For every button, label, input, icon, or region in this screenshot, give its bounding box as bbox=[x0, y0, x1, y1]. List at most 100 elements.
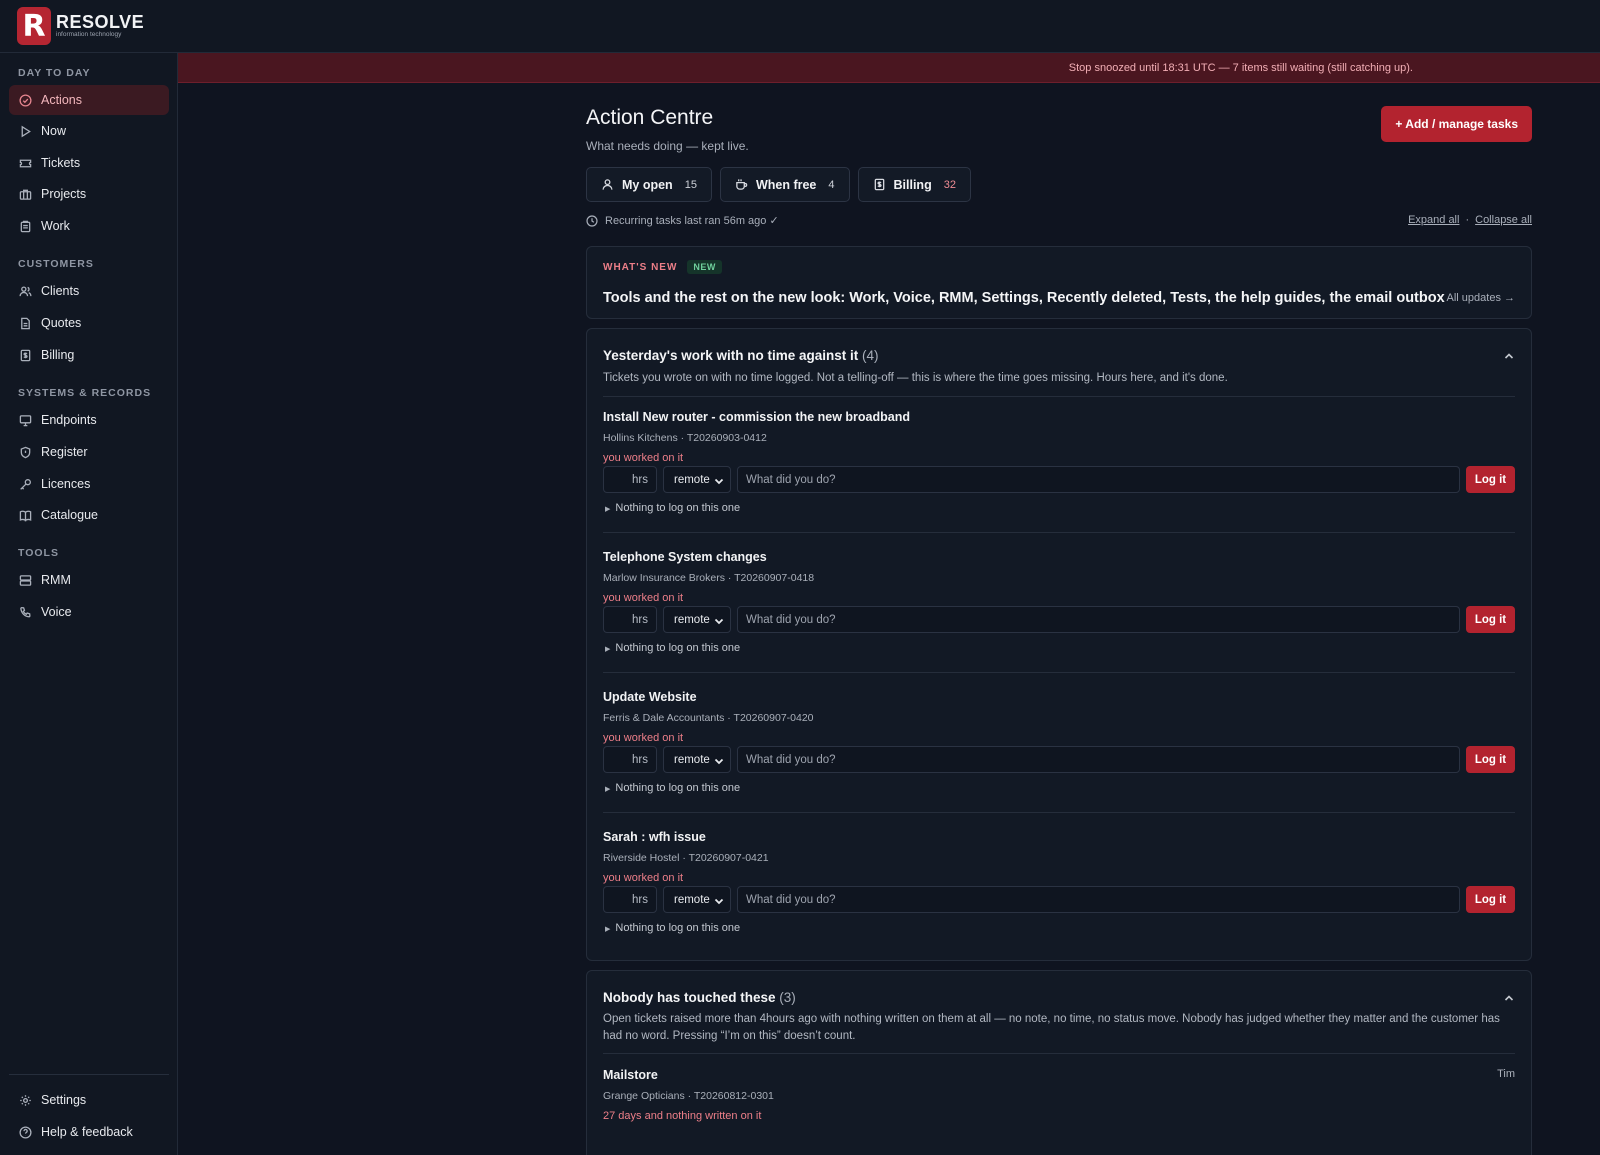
sidebar-item-clients[interactable]: Clients bbox=[9, 276, 169, 306]
sidebar-item-now[interactable]: Now bbox=[9, 116, 169, 146]
sidebar-item-actions[interactable]: Actions bbox=[9, 85, 169, 115]
work-description-input[interactable] bbox=[737, 746, 1460, 773]
filter-billing[interactable]: Billing 32 bbox=[857, 167, 971, 202]
sidebar-item-label: Endpoints bbox=[41, 413, 97, 427]
sidebar-item-licences[interactable]: Licences bbox=[9, 469, 169, 499]
nothing-to-log-toggle[interactable]: ▶ Nothing to log on this one bbox=[605, 642, 740, 654]
ticket-title[interactable]: Mailstore bbox=[603, 1068, 658, 1082]
logo-icon[interactable]: R bbox=[17, 7, 51, 45]
nothing-to-log-toggle[interactable]: ▶ Nothing to log on this one bbox=[605, 502, 740, 514]
log-row: hrs remote Log it bbox=[603, 466, 1515, 494]
all-updates-link[interactable]: All updates → bbox=[1447, 292, 1515, 304]
nothing-to-log-toggle[interactable]: ▶ Nothing to log on this one bbox=[605, 782, 740, 794]
server-icon bbox=[19, 574, 32, 587]
ticket-meta: Ferris & Dale Accountants · T20260907-04… bbox=[603, 712, 814, 724]
triangle-right-icon: ▶ bbox=[605, 786, 611, 793]
log-it-button[interactable]: Log it bbox=[1466, 886, 1515, 913]
sidebar-item-billing[interactable]: Billing bbox=[9, 340, 169, 370]
person-icon bbox=[601, 178, 614, 191]
coffee-icon bbox=[735, 178, 748, 191]
ticket-meta: Riverside Hostel · T20260907-0421 bbox=[603, 852, 769, 864]
nothing-to-log-label: Nothing to log on this one bbox=[615, 922, 741, 934]
sidebar-item-endpoints[interactable]: Endpoints bbox=[9, 405, 169, 435]
chevron-up-icon[interactable] bbox=[1503, 992, 1515, 1004]
sidebar-item-tickets[interactable]: Tickets bbox=[9, 148, 169, 178]
sidebar-item-rmm[interactable]: RMM bbox=[9, 565, 169, 595]
group-count: (4) bbox=[862, 348, 879, 363]
log-it-button[interactable]: Log it bbox=[1466, 746, 1515, 773]
hours-input[interactable]: hrs bbox=[603, 606, 657, 633]
sidebar-item-label: Quotes bbox=[41, 316, 82, 330]
expand-controls: Expand all · Collapse all bbox=[1408, 214, 1532, 226]
filter-when-free[interactable]: When free 4 bbox=[719, 167, 850, 202]
gear-icon bbox=[19, 1094, 32, 1107]
hours-input[interactable]: hrs bbox=[603, 886, 657, 913]
mode-select[interactable]: remote bbox=[663, 886, 731, 913]
check-circle-icon bbox=[19, 93, 32, 107]
sidebar-item-help[interactable]: Help & feedback bbox=[9, 1117, 169, 1147]
clock-icon bbox=[586, 214, 598, 227]
ticket-title[interactable]: Telephone System changes bbox=[603, 550, 767, 564]
filter-bar: My open 15 When free 4 Billing 32 bbox=[586, 167, 971, 202]
sidebar-item-label: Help & feedback bbox=[41, 1125, 133, 1139]
nothing-to-log-label: Nothing to log on this one bbox=[615, 782, 741, 794]
group-count: (3) bbox=[779, 990, 796, 1005]
sidebar-item-label: Tickets bbox=[41, 156, 81, 170]
sidebar-item-settings[interactable]: Settings bbox=[9, 1085, 169, 1115]
add-manage-tasks-button[interactable]: + Add / manage tasks bbox=[1381, 106, 1532, 142]
work-description-input[interactable] bbox=[737, 466, 1460, 493]
sidebar-item-label: Actions bbox=[41, 93, 82, 107]
mode-select[interactable]: remote bbox=[663, 466, 731, 493]
separator: · bbox=[1465, 214, 1470, 226]
help-icon bbox=[19, 1125, 32, 1139]
sidebar-item-voice[interactable]: Voice bbox=[9, 597, 169, 627]
ticket-status: you worked on it bbox=[603, 732, 684, 744]
sidebar-item-quotes[interactable]: Quotes bbox=[9, 308, 169, 338]
log-it-button[interactable]: Log it bbox=[1466, 606, 1515, 633]
brand-name: RESOLVE bbox=[56, 12, 145, 32]
work-description-input[interactable] bbox=[737, 606, 1460, 633]
ticket-title[interactable]: Install New router - commission the new … bbox=[603, 410, 910, 424]
hours-input[interactable]: hrs bbox=[603, 466, 657, 493]
page-subtitle: What needs doing — kept live. bbox=[586, 139, 749, 153]
sidebar: DAY TO DAY Actions Now Tickets Projects … bbox=[0, 53, 178, 1155]
ticket-title[interactable]: Update Website bbox=[603, 690, 697, 704]
work-description-input[interactable] bbox=[737, 886, 1460, 913]
collapse-all-link[interactable]: Collapse all bbox=[1475, 214, 1532, 226]
mode-value: remote bbox=[674, 613, 710, 626]
key-icon bbox=[19, 478, 32, 491]
logo: RESOLVE information technology bbox=[56, 13, 144, 39]
sidebar-item-label: Projects bbox=[41, 187, 87, 201]
expand-all-link[interactable]: Expand all bbox=[1408, 214, 1459, 226]
ticket-title[interactable]: Sarah : wfh issue bbox=[603, 830, 706, 844]
section-systems-records: SYSTEMS & RECORDS bbox=[18, 387, 152, 399]
banner-text: Stop snoozed until 18:31 UTC — 7 items s… bbox=[1068, 61, 1413, 74]
filter-label: When free bbox=[755, 177, 817, 192]
mode-value: remote bbox=[674, 753, 710, 766]
ticket-icon bbox=[19, 157, 32, 170]
chevron-down-icon bbox=[714, 618, 724, 625]
snooze-banner: Stop snoozed until 18:31 UTC — 7 items s… bbox=[178, 53, 1600, 83]
sidebar-item-catalogue[interactable]: Catalogue bbox=[9, 500, 169, 530]
briefcase-icon bbox=[19, 188, 32, 201]
mode-value: remote bbox=[674, 893, 710, 906]
group-title: Nobody has touched these (3) bbox=[603, 990, 796, 1005]
hours-input[interactable]: hrs bbox=[603, 746, 657, 773]
nothing-to-log-toggle[interactable]: ▶ Nothing to log on this one bbox=[605, 922, 740, 934]
chevron-up-icon[interactable] bbox=[1503, 350, 1515, 362]
sidebar-item-work[interactable]: Work bbox=[9, 211, 169, 241]
triangle-right-icon: ▶ bbox=[605, 646, 611, 653]
sidebar-item-projects[interactable]: Projects bbox=[9, 179, 169, 209]
mode-select[interactable]: remote bbox=[663, 746, 731, 773]
log-it-button[interactable]: Log it bbox=[1466, 466, 1515, 493]
section-customers: CUSTOMERS bbox=[18, 258, 94, 270]
sidebar-item-label: Licences bbox=[41, 477, 91, 491]
mode-select[interactable]: remote bbox=[663, 606, 731, 633]
filter-my-open[interactable]: My open 15 bbox=[586, 167, 712, 202]
whats-new-label: WHAT'S NEW NEW bbox=[603, 260, 722, 274]
chevron-down-icon bbox=[714, 758, 724, 765]
sidebar-item-register[interactable]: Register bbox=[9, 437, 169, 467]
divider bbox=[603, 812, 1515, 813]
log-row: hrs remote Log it bbox=[603, 886, 1515, 914]
nothing-to-log-label: Nothing to log on this one bbox=[615, 502, 741, 514]
